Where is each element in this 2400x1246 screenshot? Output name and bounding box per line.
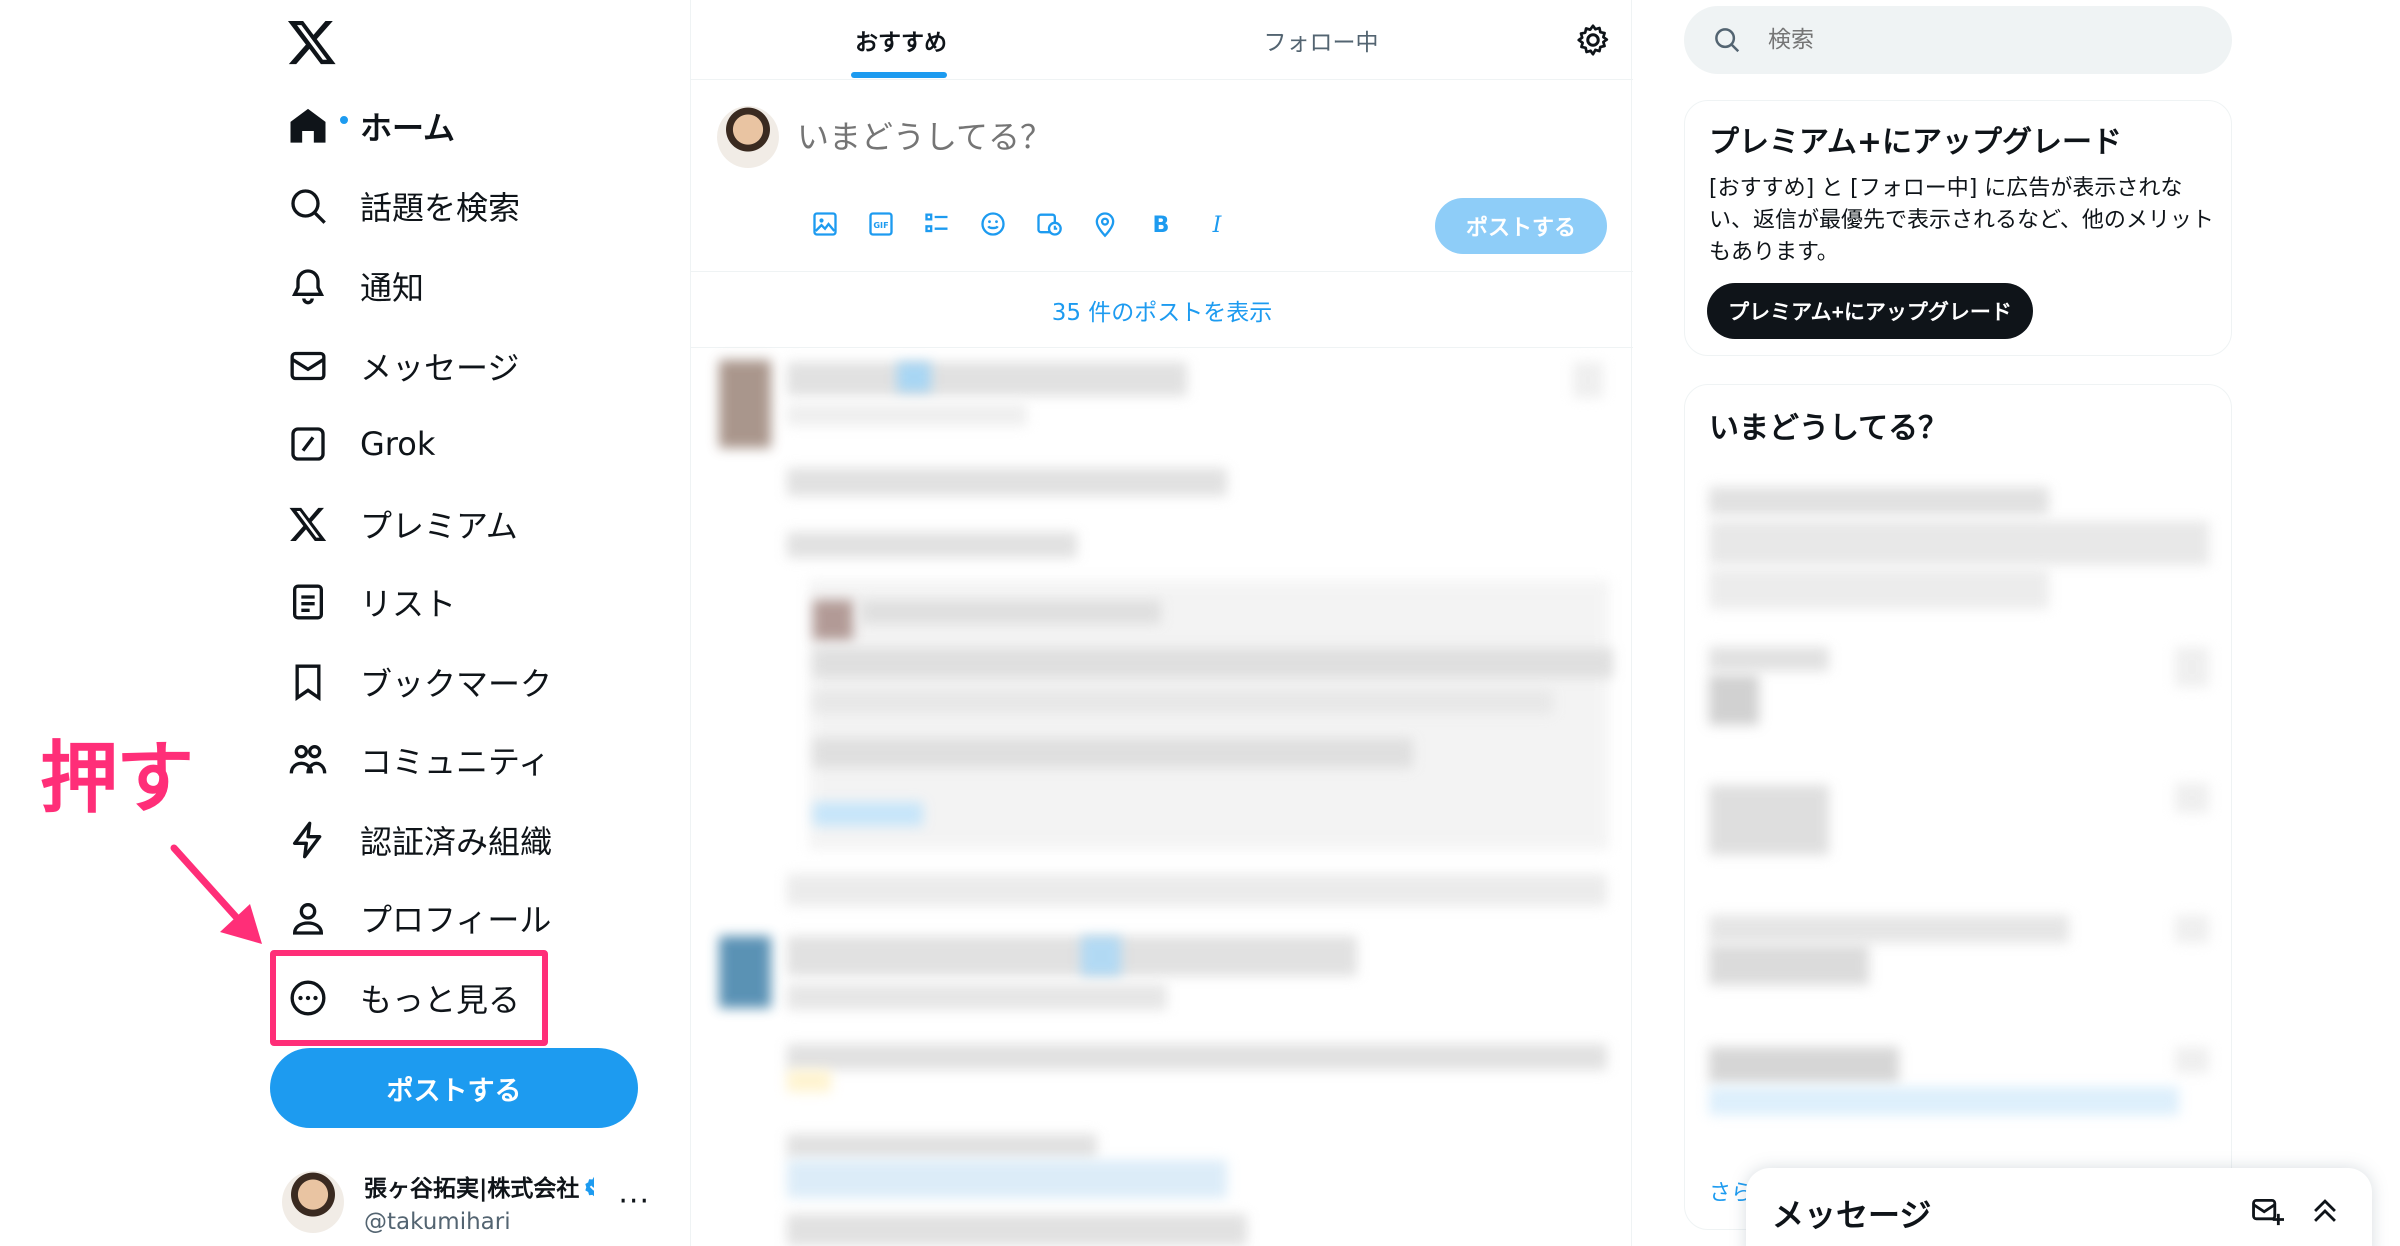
timeline-tabs: おすすめ フォロー中 — [691, 0, 1633, 80]
compose-post-button[interactable]: ポストする — [1435, 198, 1607, 254]
compose-input[interactable] — [797, 112, 1597, 162]
annotation-arrow-icon — [170, 844, 262, 944]
bold-icon[interactable]: B — [1133, 202, 1189, 246]
nav-item-lists[interactable]: リスト — [268, 566, 456, 638]
svg-text:I: I — [1212, 212, 1223, 238]
gear-icon[interactable] — [1575, 22, 1611, 58]
account-handle: @takumihari — [364, 1209, 511, 1235]
search-input[interactable] — [1768, 27, 2168, 53]
list-icon — [286, 580, 330, 624]
search-icon — [1715, 28, 1740, 53]
account-switcher[interactable]: 張ヶ谷拓実|株式会社 @takumihari ··· — [282, 1166, 662, 1238]
nav-item-verified-orgs[interactable]: 認証済み組織 — [268, 804, 552, 876]
lightning-icon — [286, 818, 330, 862]
gif-icon[interactable]: GIF — [853, 202, 909, 246]
person-icon — [286, 896, 330, 940]
image-icon[interactable] — [797, 202, 853, 246]
bookmark-icon — [286, 660, 330, 704]
premium-upsell-card: プレミアム+にアップグレード [おすすめ] と [フォロー中] に広告が表示され… — [1684, 100, 2232, 356]
poll-icon[interactable] — [909, 202, 965, 246]
svg-text:B: B — [1153, 212, 1170, 238]
post-button[interactable]: ポストする — [270, 1048, 638, 1128]
nav-item-bookmarks[interactable]: ブックマーク — [268, 646, 552, 718]
avatar — [282, 1171, 344, 1233]
x-logo-icon[interactable] — [286, 16, 338, 68]
account-display-name: 張ヶ谷拓実|株式会社 — [364, 1176, 580, 1202]
upgrade-button[interactable]: プレミアム+にアップグレード — [1707, 283, 2033, 339]
community-icon — [286, 738, 330, 782]
new-message-icon[interactable] — [2250, 1194, 2284, 1228]
location-icon[interactable] — [1077, 202, 1133, 246]
home-icon — [286, 104, 350, 148]
search-box[interactable] — [1684, 6, 2232, 74]
trends-card: いまどうしてる？ さら — [1684, 384, 2232, 1230]
trends-title: いまどうしてる？ — [1709, 411, 1949, 446]
search-icon — [286, 184, 330, 228]
nav-label: プロフィール — [360, 901, 552, 939]
nav-item-home[interactable]: ホーム — [268, 90, 455, 162]
active-tab-indicator — [851, 72, 947, 78]
nav-item-messages[interactable]: メッセージ — [268, 330, 519, 402]
composer-toolbar: GIF B I — [797, 202, 1245, 246]
nav-label: ホーム — [360, 109, 456, 147]
chevron-up-double-icon[interactable] — [2308, 1194, 2342, 1228]
post-composer: GIF B I ポストする — [691, 80, 1633, 272]
nav-item-grok[interactable]: Grok — [268, 408, 435, 480]
nav-label: プレミアム — [360, 507, 518, 545]
nav-label: 認証済み組織 — [360, 823, 553, 861]
nav-label: メッセージ — [360, 349, 520, 387]
annotation-highlight-box — [270, 950, 548, 1046]
svg-text:GIF: GIF — [873, 220, 888, 230]
main-timeline: おすすめ フォロー中 GIF B I ポストする 35 件のポストを表示 — [690, 0, 1633, 1246]
schedule-icon[interactable] — [1021, 202, 1077, 246]
messages-drawer-title: メッセージ — [1772, 1196, 1932, 1234]
nav-label: 通知 — [360, 269, 425, 307]
nav-label: リスト — [360, 585, 457, 623]
grok-icon — [286, 422, 330, 466]
messages-drawer[interactable]: メッセージ — [1746, 1168, 2372, 1246]
show-new-posts-link[interactable]: 35 件のポストを表示 — [691, 272, 1633, 348]
premium-description: [おすすめ] と [フォロー中] に広告が表示されない、返信が最優先で表示される… — [1709, 176, 2214, 265]
nav-item-explore[interactable]: 話題を検索 — [268, 170, 520, 242]
tab-following[interactable]: フォロー中 — [1111, 0, 1531, 80]
notification-dot — [338, 114, 350, 126]
envelope-icon — [286, 344, 330, 388]
account-more-icon[interactable]: ··· — [618, 1184, 650, 1219]
nav-item-notifications[interactable]: 通知 — [268, 250, 424, 322]
nav-label: ブックマーク — [360, 665, 553, 703]
nav-item-premium[interactable]: プレミアム — [268, 488, 518, 560]
avatar — [717, 106, 779, 168]
premium-title: プレミアム+にアップグレード — [1709, 125, 2123, 160]
nav-label: Grok — [360, 425, 436, 463]
bell-icon — [286, 264, 330, 308]
nav-label: 話題を検索 — [360, 189, 521, 227]
annotation-text: 押す — [40, 734, 194, 824]
nav-item-communities[interactable]: コミュニティ — [268, 724, 550, 796]
nav-label: コミュニティ — [360, 743, 551, 781]
left-navigation: ホーム 話題を検索 通知 メッセージ Grok プレミアム リスト ブックマーク… — [0, 0, 690, 1246]
verified-badge-icon — [585, 1177, 594, 1196]
emoji-icon[interactable] — [965, 202, 1021, 246]
x-logo-icon — [286, 502, 330, 546]
account-display-name-row: 張ヶ谷拓実|株式会社 — [364, 1169, 594, 1203]
italic-icon[interactable]: I — [1189, 202, 1245, 246]
tab-for-you[interactable]: おすすめ — [691, 0, 1111, 80]
nav-item-profile[interactable]: プロフィール — [268, 882, 551, 954]
